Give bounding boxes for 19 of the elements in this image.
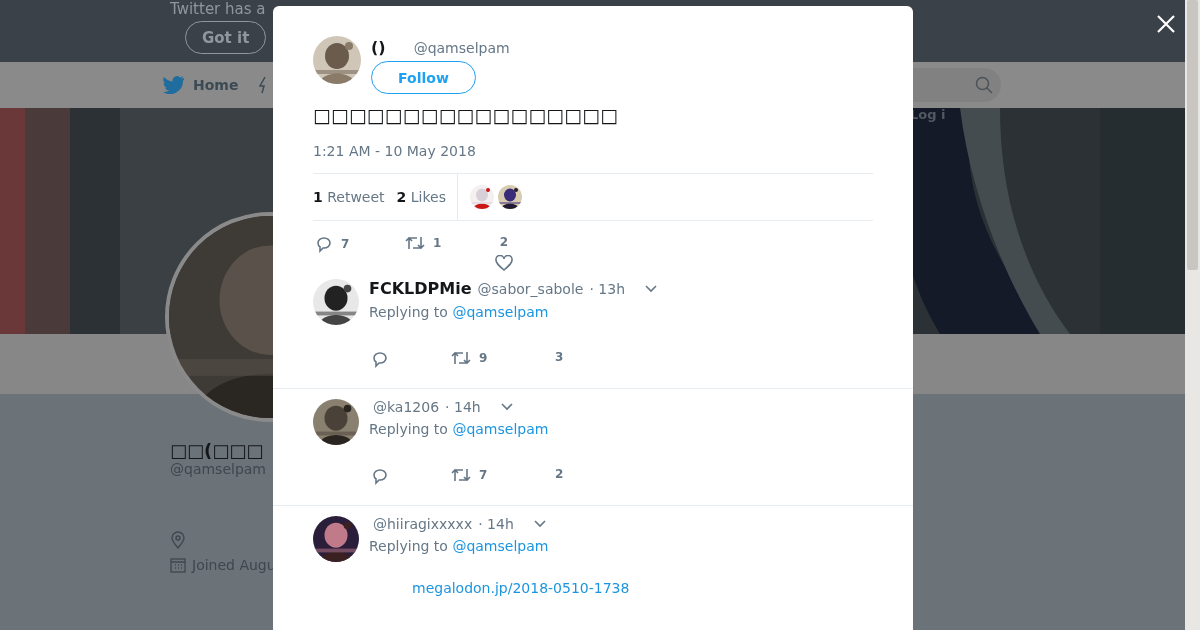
notice-text: Twitter has a: [170, 0, 266, 18]
reply-time[interactable]: · 14h: [445, 399, 481, 415]
author-name[interactable]: (): [371, 38, 386, 57]
follow-button[interactable]: Follow: [371, 61, 476, 94]
like-count: 3: [555, 350, 564, 364]
reply-link[interactable]: megalodon.jp/2018-0510-1738: [412, 580, 630, 596]
reply-time[interactable]: · 14h: [478, 516, 514, 532]
mention-link[interactable]: @qamselpam: [452, 421, 549, 437]
reply-handle[interactable]: @hiiragixxxxx: [373, 516, 473, 532]
like-count: 2: [555, 467, 564, 481]
mention-link[interactable]: @qamselpam: [452, 538, 549, 554]
retweet-count: 9: [479, 351, 488, 365]
reply-handle[interactable]: @ka1206: [373, 399, 440, 415]
replying-to-text: Replying to @qamselpam: [369, 538, 549, 554]
replying-to-text: Replying to @qamselpam: [369, 421, 549, 437]
profile-name: □□(□□□: [170, 440, 264, 461]
retweet-count: 7: [479, 468, 488, 482]
author-handle[interactable]: @qamselpam: [413, 40, 510, 56]
home-tab[interactable]: Home: [193, 77, 239, 93]
